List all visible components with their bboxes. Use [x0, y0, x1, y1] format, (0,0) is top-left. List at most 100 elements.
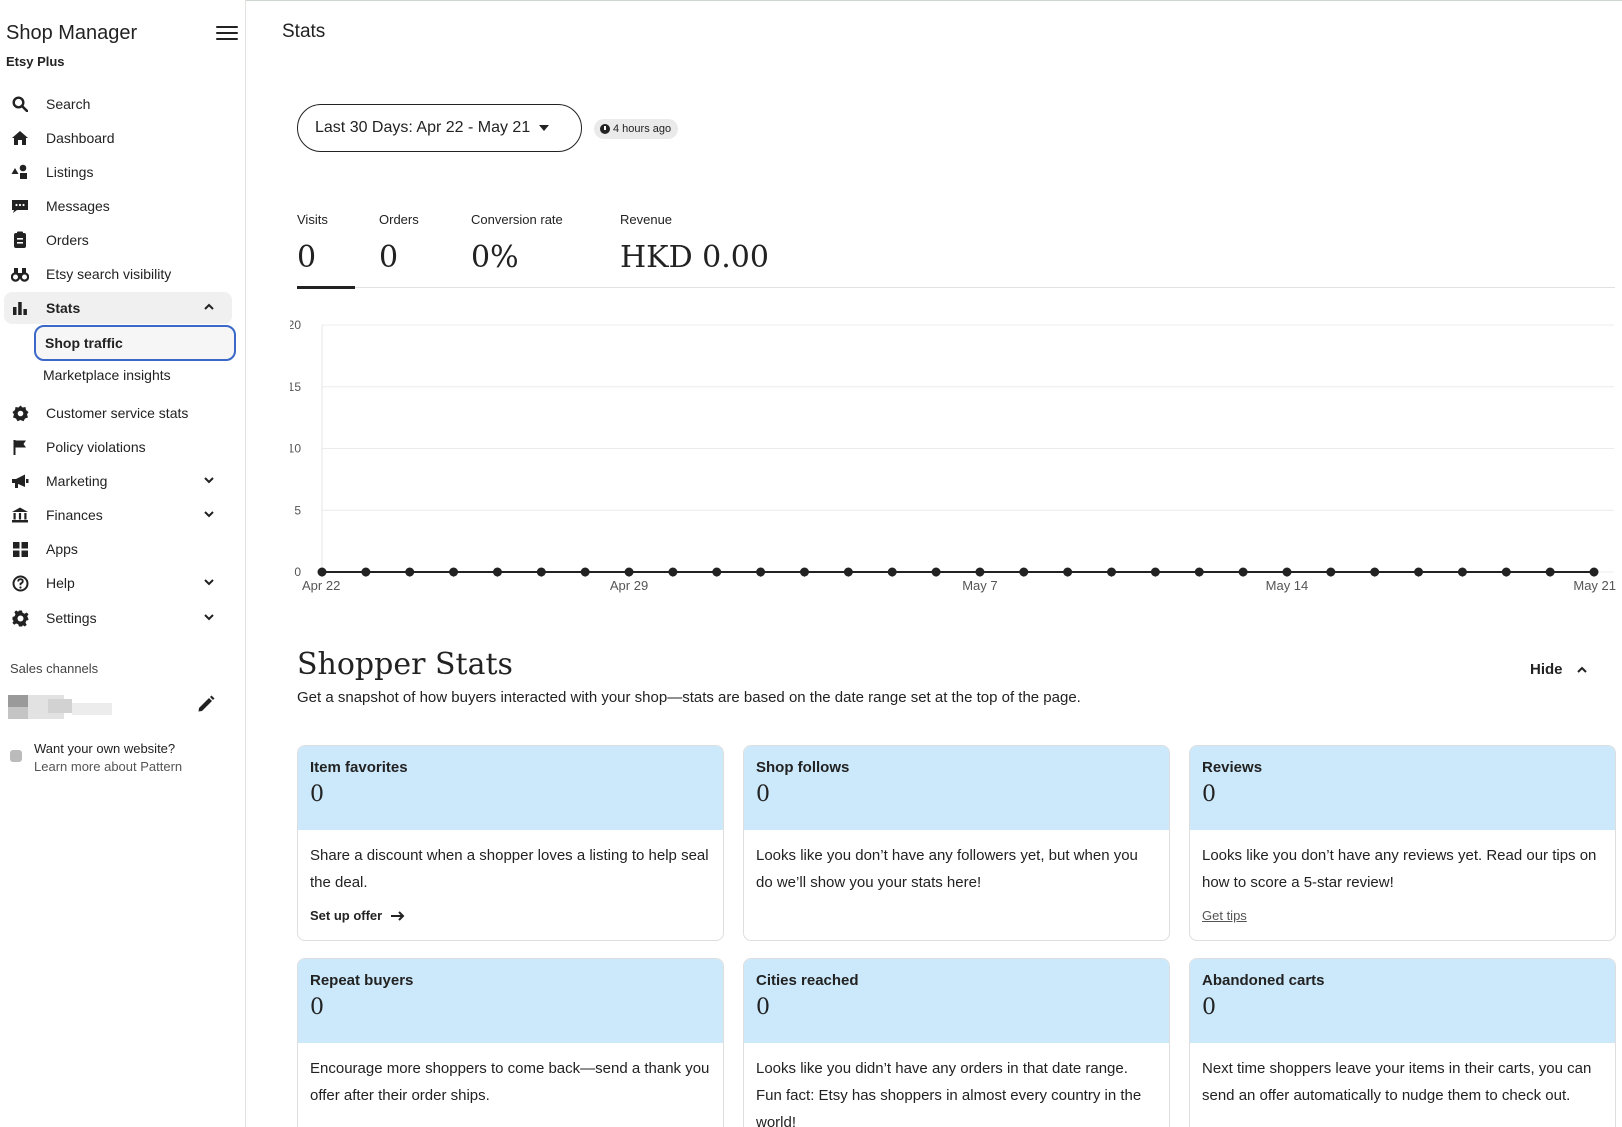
sidebar-subitem-marketplace-insights[interactable]: Marketplace insights	[34, 357, 236, 393]
x-tick-label: May 21	[1573, 578, 1616, 593]
visits-line-chart: 0 5 10 15 20 Apr 22 Apr 29 May 7 May 14 May 21	[290, 318, 1616, 593]
link-label: Set up offer	[310, 908, 383, 923]
chevron-down-icon	[204, 477, 214, 484]
metric-revenue[interactable]: Revenue HKD 0.00	[620, 212, 769, 275]
data-point	[887, 567, 897, 577]
card-body-text: Share a discount when a shopper loves a …	[310, 847, 709, 891]
sidebar-item-search-visibility[interactable]: Etsy search visibility	[4, 258, 232, 290]
card-body-text: Looks like you don’t have any reviews ye…	[1202, 847, 1597, 891]
x-tick-label: Apr 29	[610, 578, 648, 593]
chat-icon	[10, 196, 30, 216]
data-point	[580, 567, 590, 577]
bank-icon	[10, 505, 30, 525]
sidebar-item-label: Customer service stats	[46, 405, 189, 421]
card-body-text: Encourage more shoppers to come back—sen…	[310, 1060, 710, 1104]
metric-label: Revenue	[620, 212, 673, 227]
y-tick-label: 15	[290, 380, 301, 394]
card-value: 0	[756, 782, 770, 807]
data-point	[1063, 567, 1073, 577]
data-point	[1501, 567, 1511, 577]
active-metric-indicator	[297, 286, 355, 289]
card-title: Reviews	[1202, 759, 1263, 776]
date-range-dropdown[interactable]: Last 30 Days: Apr 22 - May 21	[297, 104, 582, 152]
metrics-divider	[297, 287, 1615, 288]
sidebar-item-messages[interactable]: Messages	[4, 190, 232, 222]
sales-channels-label: Sales channels	[10, 661, 99, 676]
edit-pencil-icon[interactable]	[196, 694, 218, 716]
sales-channel-thumbnail[interactable]	[8, 695, 112, 719]
sidebar-item-orders[interactable]: Orders	[4, 224, 232, 256]
sidebar: Shop Manager Etsy Plus Search Dashboard …	[0, 0, 246, 1127]
metric-label: Orders	[379, 212, 419, 227]
question-icon	[10, 573, 30, 593]
pattern-promo-title: Want your own website?	[34, 741, 176, 756]
bar-chart-icon	[10, 298, 30, 318]
hide-shopper-stats-button[interactable]: Hide	[1530, 661, 1589, 678]
metric-orders[interactable]: Orders 0	[379, 212, 419, 275]
sidebar-item-label: Messages	[46, 198, 110, 214]
metric-label: Conversion rate	[471, 212, 563, 227]
sidebar-item-search[interactable]: Search	[4, 88, 232, 120]
data-point	[1370, 567, 1380, 577]
date-range-label: Last 30 Days: Apr 22 - May 21	[315, 119, 531, 136]
y-tick-label: 5	[294, 503, 301, 517]
metric-visits[interactable]: Visits 0	[297, 212, 328, 275]
app-title: Shop Manager	[6, 22, 138, 44]
shopper-stats-title: Shopper Stats	[297, 647, 513, 682]
home-icon	[10, 128, 30, 148]
card-title: Repeat buyers	[310, 972, 414, 989]
binoculars-icon	[10, 264, 30, 284]
card-repeat-buyers: Repeat buyers 0 Encourage more shoppers …	[297, 958, 724, 1127]
sidebar-item-customer-service-stats[interactable]: Customer service stats	[4, 397, 232, 429]
sidebar-item-dashboard[interactable]: Dashboard	[4, 122, 232, 154]
card-shop-follows: Shop follows 0 Looks like you don’t have…	[743, 745, 1170, 941]
sidebar-subitem-shop-traffic[interactable]: Shop traffic	[34, 325, 236, 361]
card-title: Abandoned carts	[1202, 972, 1325, 989]
caret-down-icon	[539, 125, 550, 131]
sidebar-item-label: Help	[46, 575, 75, 591]
data-point	[492, 567, 502, 577]
metric-value: HKD 0.00	[620, 240, 769, 275]
get-tips-link[interactable]: Get tips	[1202, 902, 1603, 929]
sidebar-item-stats[interactable]: Stats	[4, 292, 232, 324]
sidebar-item-marketing[interactable]: Marketing	[4, 465, 232, 497]
shopper-stats-subtitle: Get a snapshot of how buyers interacted …	[297, 689, 1081, 706]
sidebar-item-help[interactable]: Help	[4, 567, 232, 599]
y-tick-label: 0	[294, 565, 301, 579]
data-point	[1282, 567, 1292, 577]
sidebar-item-settings[interactable]: Settings	[4, 602, 232, 634]
clock-icon	[600, 124, 610, 134]
sidebar-item-policy-violations[interactable]: Policy violations	[4, 431, 232, 463]
card-cities-reached: Cities reached 0 Looks like you didn’t h…	[743, 958, 1170, 1127]
data-point	[1019, 567, 1029, 577]
data-point	[1414, 567, 1424, 577]
data-point	[536, 567, 546, 577]
clipboard-icon	[10, 230, 30, 250]
set-up-offer-link[interactable]: Set up offer	[310, 902, 711, 929]
sidebar-item-label: Apps	[46, 541, 78, 557]
sidebar-item-finances[interactable]: Finances	[4, 499, 232, 531]
card-title: Item favorites	[310, 759, 408, 776]
chevron-up-icon	[204, 303, 214, 310]
data-point	[668, 567, 678, 577]
sidebar-item-apps[interactable]: Apps	[4, 533, 232, 565]
metric-value: 0	[297, 240, 317, 275]
gear-icon	[10, 608, 30, 628]
sidebar-item-label: Search	[46, 96, 91, 112]
data-point	[756, 567, 766, 577]
chevron-down-icon	[204, 579, 214, 586]
card-item-favorites: Item favorites 0 Share a discount when a…	[297, 745, 724, 941]
sidebar-item-label: Listings	[46, 164, 94, 180]
sidebar-item-label: Dashboard	[46, 130, 115, 146]
chevron-down-icon	[204, 511, 214, 518]
metric-conversion-rate[interactable]: Conversion rate 0%	[471, 212, 563, 275]
card-value: 0	[1202, 995, 1216, 1020]
data-point	[843, 567, 853, 577]
pattern-learn-more-link[interactable]: Learn more about Pattern	[34, 759, 182, 774]
card-reviews: Reviews 0 Looks like you don’t have any …	[1189, 745, 1616, 941]
card-value: 0	[310, 782, 324, 807]
last-updated-text: 4 hours ago	[613, 123, 672, 135]
data-point	[1238, 567, 1248, 577]
hamburger-menu-icon[interactable]	[216, 26, 238, 44]
sidebar-item-listings[interactable]: Listings	[4, 156, 232, 188]
